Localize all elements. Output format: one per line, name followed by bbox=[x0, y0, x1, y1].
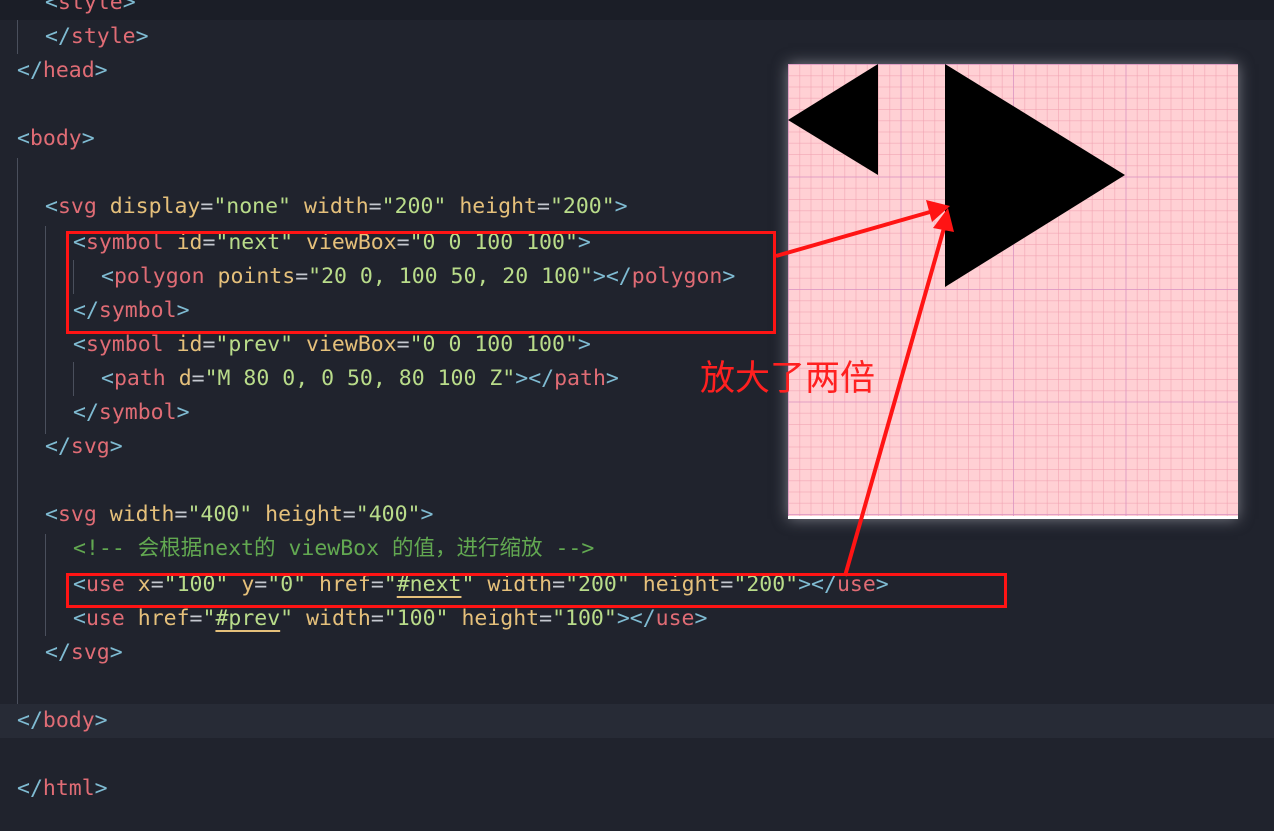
annotation-arrows bbox=[775, 200, 954, 577]
code-editor[interactable]: <style> </style> </head> <body> <svg dis… bbox=[0, 0, 1274, 831]
arrow-line-symbol bbox=[775, 210, 931, 258]
arrow-line-use bbox=[843, 227, 946, 577]
